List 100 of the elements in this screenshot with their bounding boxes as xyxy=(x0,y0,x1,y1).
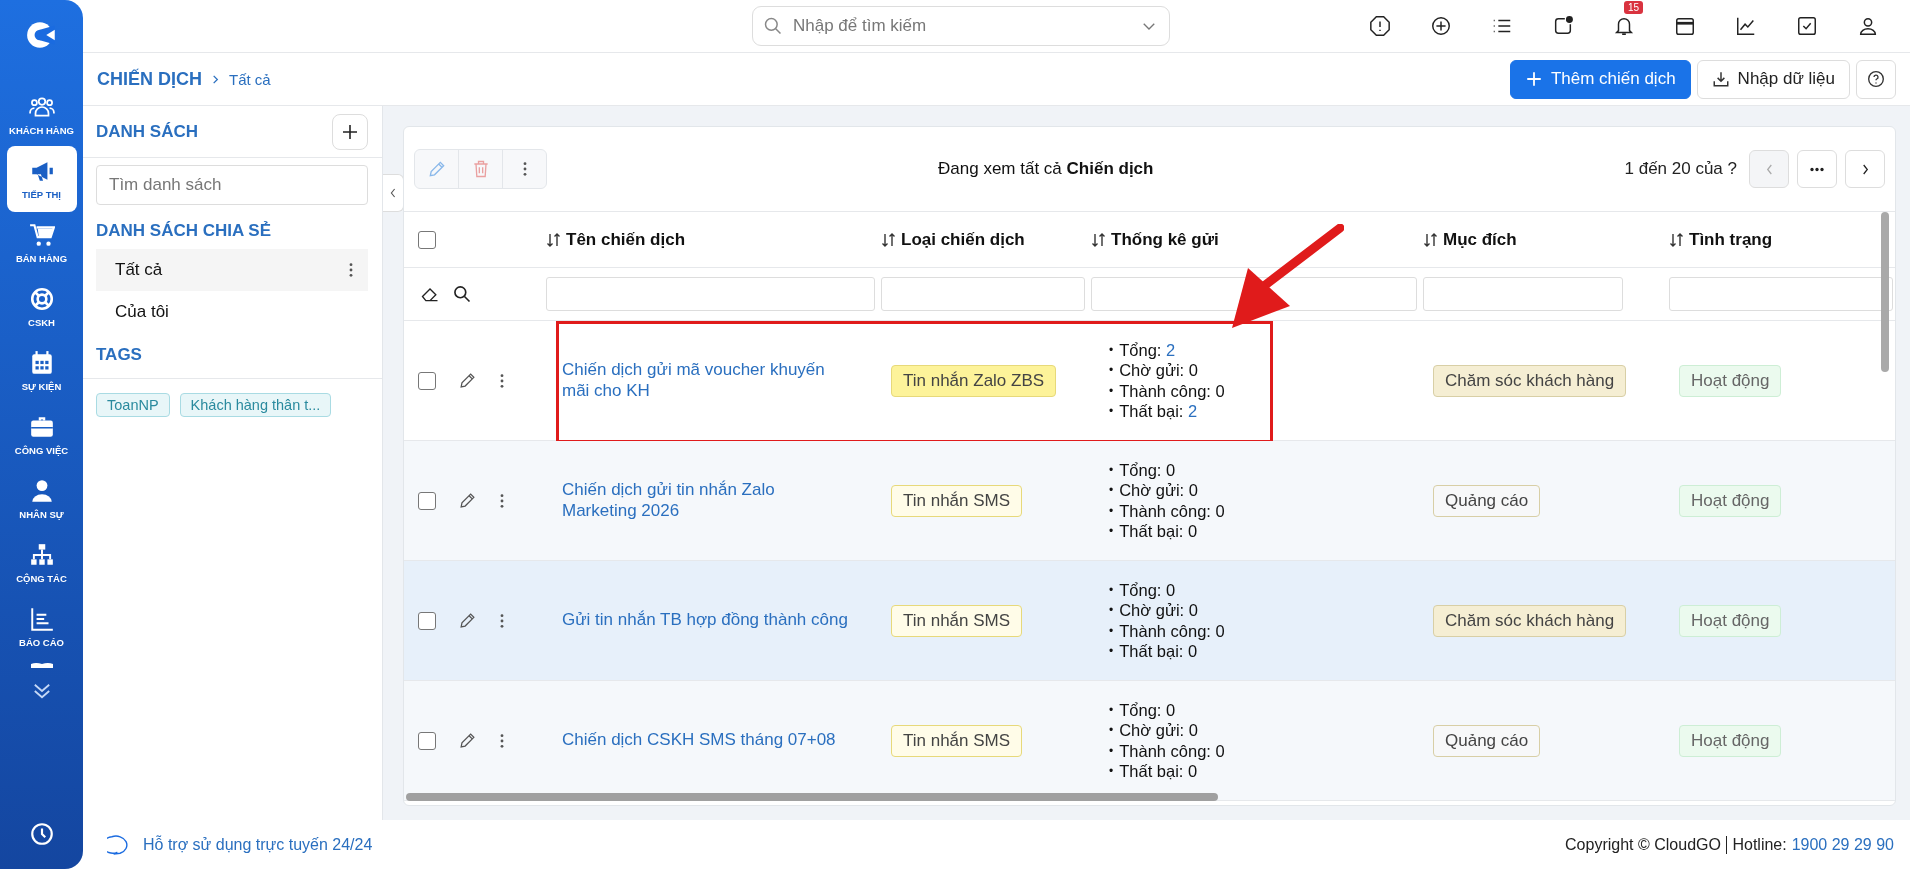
filter-field[interactable] xyxy=(1423,277,1623,311)
add-campaign-button[interactable]: Thêm chiến dịch xyxy=(1509,59,1691,99)
more-icon[interactable] xyxy=(521,161,528,177)
more-icon[interactable] xyxy=(499,612,505,629)
panel-heading: TAGS xyxy=(83,345,382,379)
nav-item[interactable]: NHÂN SỰ xyxy=(6,466,77,532)
list-item[interactable]: Của tôi xyxy=(96,291,368,333)
campaign-link[interactable]: Chiến dịch gửi tin nhắn Zalo Marketing 2026 xyxy=(556,480,852,521)
support-link[interactable]: Hỗ trợ sử dụng trực tuyến 24/24 xyxy=(143,835,373,854)
stat-line: • Chờ gửi: 0 xyxy=(1109,480,1199,501)
sort-icon[interactable] xyxy=(881,231,897,248)
campaign-link[interactable]: Gửi tin nhắn TB hợp đồng thành công xyxy=(556,610,852,631)
cart-icon xyxy=(28,222,55,248)
type-badge: Tin nhắn SMS xyxy=(891,724,1023,757)
filter-field[interactable] xyxy=(546,277,875,311)
collapse-handle[interactable] xyxy=(383,174,404,212)
list-item-label: Tất cả xyxy=(115,260,163,280)
stat-line: • Thất bại: 2 xyxy=(1109,401,1199,422)
list-item[interactable]: Tất cả xyxy=(96,249,368,291)
more-icon[interactable] xyxy=(499,732,505,749)
notification-badge: 15 xyxy=(1624,1,1644,14)
breadcrumb-section[interactable]: CHIẾN DỊCH xyxy=(97,68,202,90)
tag[interactable]: Khách hàng thân t... xyxy=(179,393,332,417)
purpose-badge: Chăm sóc khách hàng xyxy=(1433,604,1627,637)
column-header[interactable]: Tên chiến dịch xyxy=(566,229,686,250)
nav-item[interactable]: CÔNG VIỆC xyxy=(6,402,77,468)
stat-line: • Tổng: 0 xyxy=(1109,579,1177,600)
filter-field[interactable] xyxy=(881,277,1085,311)
campaign-link[interactable]: Chiến dịch gửi mã voucher khuyến mãi cho KH xyxy=(556,360,852,401)
stat-line: • Thất bại: 0 xyxy=(1109,521,1199,542)
nav-label: NHÂN SỰ xyxy=(19,509,64,520)
nav-item[interactable]: CSKH xyxy=(6,274,77,340)
sort-icon[interactable] xyxy=(1669,231,1685,248)
stat-line: • Chờ gửi: 0 xyxy=(1109,360,1199,381)
column-header[interactable]: Thống kê gửi xyxy=(1111,229,1219,250)
help-button[interactable] xyxy=(1856,59,1896,99)
row-checkbox[interactable] xyxy=(418,731,436,750)
briefcase-icon xyxy=(28,414,55,440)
import-button[interactable]: Nhập dữ liệu xyxy=(1696,59,1850,99)
search-icon[interactable] xyxy=(452,284,472,304)
book-icon[interactable] xyxy=(28,662,55,668)
checkbox-icon[interactable] xyxy=(1795,15,1818,37)
alert-icon[interactable] xyxy=(1368,15,1391,37)
pencil-icon[interactable] xyxy=(458,491,477,510)
more-icon[interactable] xyxy=(499,372,505,389)
nav-item[interactable]: TIẾP THỊ xyxy=(6,146,77,212)
type-badge: Tin nhắn SMS xyxy=(891,484,1023,517)
sort-icon[interactable] xyxy=(1091,231,1107,248)
search-icon xyxy=(763,16,783,36)
chevron-right-icon xyxy=(210,73,221,85)
column-header[interactable]: Loại chiến dịch xyxy=(901,229,1025,250)
pagination-text: 1 đến 20 của ? xyxy=(1624,159,1737,179)
stat-line: • Chờ gửi: 0 xyxy=(1109,720,1199,741)
filter-field[interactable] xyxy=(1669,277,1893,311)
calendar-icon[interactable] xyxy=(1673,15,1696,37)
plus-icon xyxy=(1524,70,1543,88)
select-all-checkbox[interactable] xyxy=(418,230,436,249)
nav-item[interactable]: KHÁCH HÀNG xyxy=(6,82,77,148)
search-field[interactable]: Nhập để tìm kiếm xyxy=(752,6,1170,46)
nav-item[interactable]: CỘNG TÁC xyxy=(6,530,77,596)
status-badge: Hoạt động xyxy=(1679,364,1782,397)
column-header[interactable]: Tình trạng xyxy=(1689,229,1773,250)
add-list-button[interactable] xyxy=(332,113,368,150)
nav-label: KHÁCH HÀNG xyxy=(9,125,74,136)
nav-label: BÁN HÀNG xyxy=(15,253,68,264)
hotline-link[interactable]: 1900 29 29 90 xyxy=(1791,835,1894,854)
plus-icon xyxy=(342,123,358,140)
chevron-left-icon xyxy=(1764,162,1774,176)
pencil-icon[interactable] xyxy=(458,611,477,630)
purpose-badge: Quảng cáo xyxy=(1433,724,1541,757)
more-icon[interactable] xyxy=(348,262,354,278)
nav-label: BÁO CÁO xyxy=(19,637,64,648)
panel-heading: DANH SÁCH xyxy=(96,121,198,142)
chart-icon[interactable] xyxy=(1734,15,1757,37)
breadcrumb-current[interactable]: Tất cả xyxy=(229,70,271,88)
vertical-scrollbar[interactable] xyxy=(1881,212,1889,372)
sort-icon[interactable] xyxy=(546,231,562,248)
row-checkbox[interactable] xyxy=(418,491,436,510)
more-icon[interactable] xyxy=(499,492,505,509)
nav-item[interactable]: BÁO CÁO xyxy=(6,594,77,660)
horizontal-scrollbar[interactable] xyxy=(406,793,1218,801)
nav-item[interactable]: SỰ KIỆN xyxy=(6,338,77,404)
column-header[interactable]: Mục đích xyxy=(1443,229,1517,250)
row-checkbox[interactable] xyxy=(418,611,436,630)
status-badge: Hoạt động xyxy=(1679,484,1782,517)
row-checkbox[interactable] xyxy=(418,371,436,390)
list-search-field[interactable]: Tìm danh sách xyxy=(96,165,368,205)
purpose-badge: Chăm sóc khách hàng xyxy=(1433,364,1627,397)
view-caption: Đang xem tất cả Chiến dịch xyxy=(938,159,1155,179)
pencil-icon[interactable] xyxy=(458,731,477,750)
purpose-badge: Quảng cáo xyxy=(1433,484,1541,517)
campaign-link[interactable]: Chiến dịch CSKH SMS tháng 07+08 xyxy=(556,730,852,751)
lifebuoy-icon xyxy=(28,286,55,312)
pencil-icon[interactable] xyxy=(458,371,477,390)
status-badge: Hoạt động xyxy=(1679,604,1782,637)
sort-icon[interactable] xyxy=(1423,231,1439,248)
tag[interactable]: ToanNP xyxy=(96,393,170,417)
clock-icon[interactable] xyxy=(28,821,55,847)
add-icon[interactable] xyxy=(1429,15,1452,37)
nav-item[interactable]: BÁN HÀNG xyxy=(6,210,77,276)
